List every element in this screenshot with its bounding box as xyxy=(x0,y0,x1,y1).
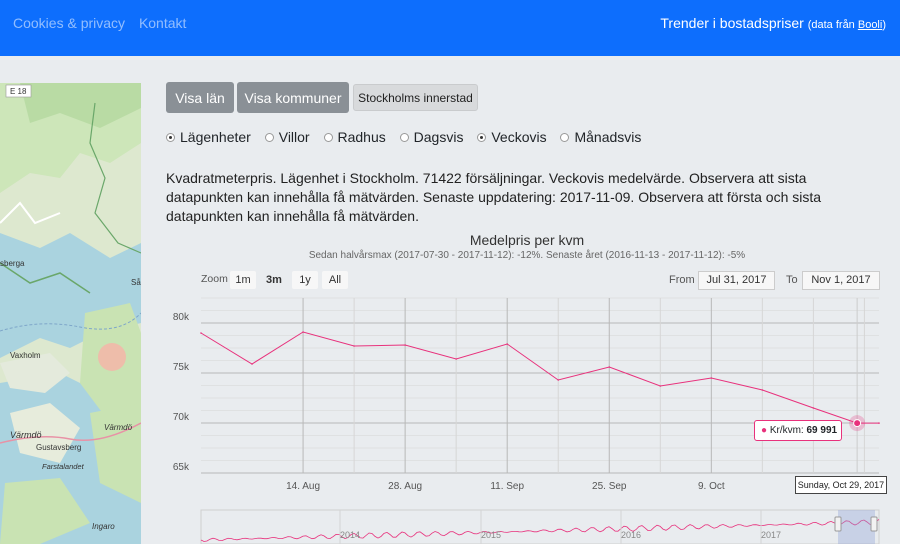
data-point xyxy=(659,385,662,387)
data-point xyxy=(557,379,560,381)
data-point xyxy=(761,389,764,391)
navigator[interactable]: 2014 2015 2016 2017 xyxy=(200,509,880,544)
price-chart[interactable]: 65k 70k 75k 80k 14. Aug 28. Aug 11. Sep 25. Se… xyxy=(0,0,900,544)
y-tick-label: 75k xyxy=(173,362,190,373)
tooltip-series-dot: ● xyxy=(761,425,768,436)
x-tick-label: 25. Sep xyxy=(592,481,627,492)
navigator-year-label: 2017 xyxy=(761,530,781,540)
navigator-year-label: 2016 xyxy=(621,530,641,540)
hover-point xyxy=(853,419,862,428)
x-tick-label: 14. Aug xyxy=(286,481,320,492)
y-tick-label: 65k xyxy=(173,462,190,473)
data-point xyxy=(812,407,815,409)
x-tick-label: 28. Aug xyxy=(388,481,422,492)
y-tick-label: 80k xyxy=(173,312,190,323)
navigator-selection[interactable] xyxy=(838,510,875,544)
navigator-year-label: 2014 xyxy=(340,530,360,540)
navigator-year-label: 2015 xyxy=(481,530,501,540)
data-point xyxy=(302,331,304,333)
data-point xyxy=(710,377,713,379)
chart-grid xyxy=(201,297,879,474)
data-point xyxy=(455,358,457,360)
x-tick-label: 9. Oct xyxy=(698,481,725,492)
data-point xyxy=(200,332,202,334)
tooltip-value: 69 991 xyxy=(806,425,838,436)
navigator-handle-left[interactable] xyxy=(834,516,842,532)
data-point xyxy=(353,345,355,347)
chart-tooltip: ● Kr/kvm: 69 991 xyxy=(754,420,842,441)
data-point xyxy=(878,422,880,424)
y-axis: 65k 70k 75k 80k xyxy=(173,312,190,473)
data-point xyxy=(608,366,611,368)
x-tick-label: 11. Sep xyxy=(490,481,524,492)
navigator-handle-right[interactable] xyxy=(870,516,878,532)
data-point xyxy=(251,363,253,365)
data-point xyxy=(506,343,508,345)
tooltip-series-label: Kr/kvm: xyxy=(769,425,804,436)
data-point xyxy=(404,344,406,346)
crosshair-date-label: Sunday, Oct 29, 2017 xyxy=(795,476,887,494)
y-tick-label: 70k xyxy=(173,412,190,423)
x-axis: 14. Aug 28. Aug 11. Sep 25. Sep 9. Oct xyxy=(286,481,725,492)
